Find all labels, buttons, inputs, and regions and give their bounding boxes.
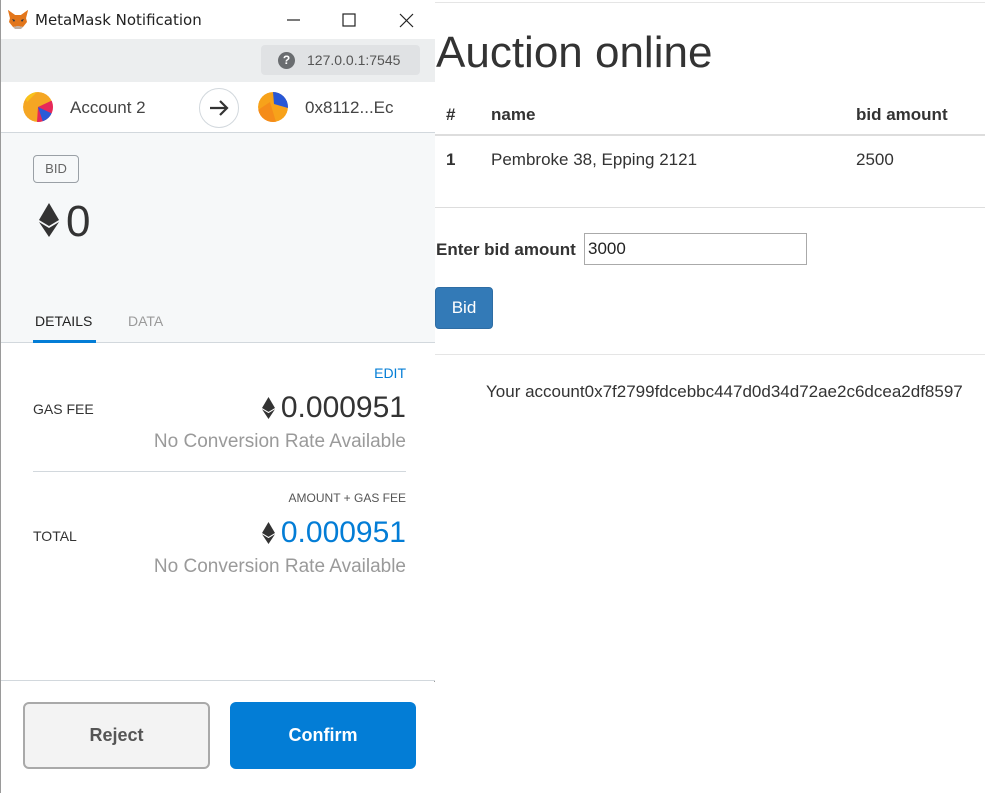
origin-url: 127.0.0.1:7545 — [307, 52, 401, 68]
total-label: TOTAL — [33, 528, 77, 544]
ethereum-icon — [39, 203, 59, 237]
tab-details[interactable]: DETAILS — [35, 313, 92, 329]
details-panel: EDIT GAS FEE 0.000951 No Conversion Rate… — [1, 343, 435, 681]
total-value-row: 0.000951 — [261, 516, 406, 550]
confirm-button[interactable]: Confirm — [230, 702, 416, 769]
row-number: 1 — [446, 150, 456, 169]
arrow-circle — [199, 88, 239, 128]
table-header: # name bid amount — [434, 95, 985, 136]
section-divider — [434, 354, 985, 355]
page-title: Auction online — [436, 28, 713, 77]
origin-pill: ? 127.0.0.1:7545 — [261, 45, 420, 75]
row-name: Pembroke 38, Epping 2121 — [491, 150, 698, 169]
close-icon[interactable] — [392, 6, 420, 34]
account-bar: Account 2 0x8112...Ec — [1, 82, 435, 133]
total-conversion: No Conversion Rate Available — [153, 556, 406, 577]
question-icon: ? — [278, 52, 295, 69]
ethereum-icon — [261, 522, 275, 544]
metamask-fox-icon — [8, 10, 28, 29]
window-title: MetaMask Notification — [35, 11, 202, 29]
gas-fee-value-row: 0.000951 — [261, 391, 406, 425]
metamask-window: MetaMask Notification ? 127.0.0.1:7545 A… — [0, 0, 435, 793]
method-badge: BID — [33, 155, 79, 183]
recipient-avatar — [258, 92, 288, 122]
action-footer: Reject Confirm — [1, 682, 435, 793]
total-caption: AMOUNT + GAS FEE — [288, 491, 406, 505]
edit-link[interactable]: EDIT — [374, 365, 406, 381]
column-header-bid-amount: bid amount — [856, 105, 948, 124]
tab-data[interactable]: DATA — [128, 313, 163, 329]
column-header-number: # — [446, 105, 456, 124]
gas-fee-label: GAS FEE — [33, 401, 94, 417]
reject-button[interactable]: Reject — [23, 702, 210, 769]
account-avatar — [23, 92, 53, 122]
auction-page: Auction online # name bid amount 1 Pembr… — [434, 0, 985, 793]
bid-amount-label: Enter bid amount — [436, 240, 576, 259]
from-account-name: Account 2 — [70, 98, 146, 117]
gas-fee-conversion: No Conversion Rate Available — [153, 431, 406, 452]
transaction-summary: BID 0 DETAILS DATA — [1, 133, 435, 343]
row-bid: 2500 — [856, 150, 894, 169]
table-row: 1 Pembroke 38, Epping 2121 2500 — [434, 137, 985, 208]
ethereum-icon — [261, 397, 275, 419]
gas-fee-value: 0.000951 — [280, 391, 406, 424]
total-value: 0.000951 — [280, 516, 406, 549]
top-divider — [434, 2, 985, 3]
arrow-right-icon — [210, 100, 229, 116]
maximize-icon[interactable] — [335, 6, 363, 34]
bid-amount-input[interactable] — [584, 233, 807, 265]
column-header-name: name — [491, 105, 536, 124]
details-divider — [33, 471, 406, 472]
account-text: Your account0x7f2799fdcebbc447d0d34d72ae… — [486, 382, 963, 401]
minimize-icon[interactable] — [279, 6, 307, 34]
bid-button[interactable]: Bid — [435, 287, 493, 329]
transaction-amount: 0 — [66, 197, 91, 246]
recipient-address: 0x8112...Ec — [305, 98, 394, 117]
origin-bar: ? 127.0.0.1:7545 — [1, 39, 435, 82]
window-titlebar: MetaMask Notification — [1, 0, 435, 39]
